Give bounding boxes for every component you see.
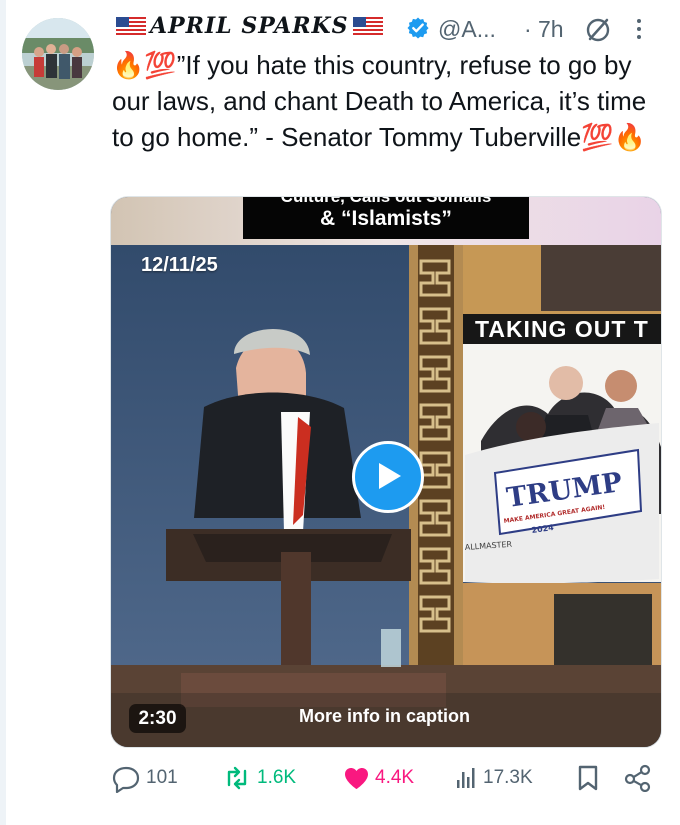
tweet-text: 🔥💯”If you hate this country, refuse to g… [112, 50, 654, 152]
play-icon [379, 463, 401, 489]
video-duration: 2:30 [129, 704, 186, 733]
reply-button[interactable]: 101 [112, 762, 178, 794]
timestamp[interactable]: 7h [538, 16, 564, 43]
us-flag-icon [116, 17, 146, 35]
views-button[interactable]: 17.3K [455, 762, 533, 794]
like-button[interactable]: 4.4K [343, 762, 414, 794]
avatar[interactable] [22, 18, 94, 90]
grok-icon[interactable] [584, 16, 612, 44]
play-button[interactable] [352, 441, 424, 513]
display-name-row[interactable]: APRIL SPARKS [112, 13, 387, 39]
video-caption: Culture, Calls out Somalis & “Islamists” [243, 197, 529, 239]
video-date: 12/11/25 [141, 254, 218, 276]
views-count: 17.3K [483, 767, 533, 788]
display-name: APRIL SPARKS [150, 13, 349, 39]
reply-count: 101 [146, 767, 178, 788]
share-icon [624, 764, 651, 792]
more-info-caption[interactable]: More info in caption [299, 706, 470, 727]
bookmark-button[interactable] [577, 762, 599, 794]
repost-count: 1.6K [257, 767, 297, 788]
video-player[interactable]: TRUMP MAKE AMERICA GREAT AGAIN! 2024 ALL… [110, 196, 662, 748]
action-bar: 101 1.6K 4.4K 17.3K [112, 762, 672, 794]
us-flag-icon [352, 17, 383, 35]
bookmark-icon [578, 765, 598, 791]
like-count: 4.4K [375, 767, 415, 788]
heart-icon [345, 767, 368, 789]
separator: · [524, 16, 532, 42]
more-icon[interactable] [633, 18, 645, 40]
verified-badge-icon [407, 17, 429, 39]
reply-icon [112, 766, 140, 793]
share-button[interactable] [624, 762, 652, 794]
handle[interactable]: @A... [438, 16, 496, 43]
repost-icon [227, 766, 247, 790]
left-guide [0, 0, 6, 825]
repost-button[interactable]: 1.6K [222, 762, 296, 794]
views-icon [457, 767, 475, 788]
inset-heading: TAKING OUT T [463, 314, 661, 344]
tweet-header: APRIL SPARKS @A... · 7h [112, 8, 672, 48]
avatar-image [22, 18, 94, 90]
